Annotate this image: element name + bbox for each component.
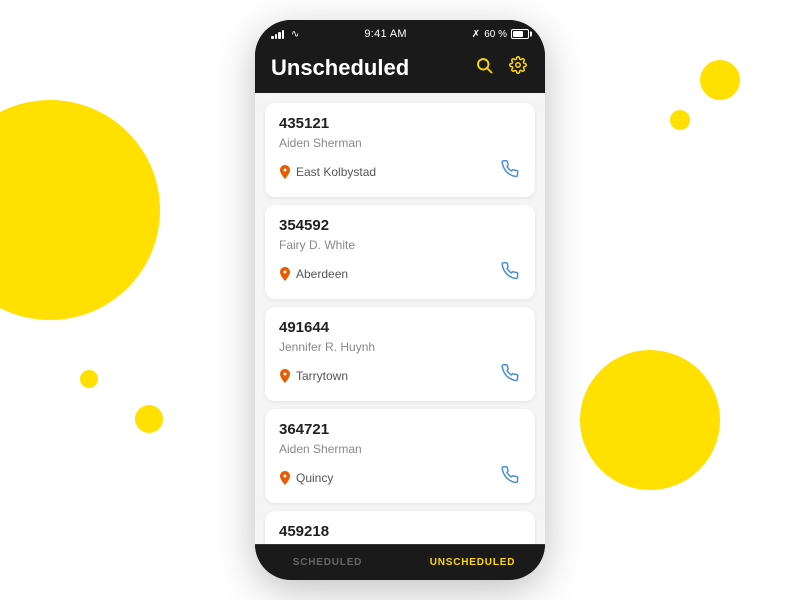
page-title: Unscheduled: [271, 55, 409, 81]
bg-circle-1: [0, 100, 160, 320]
location-pin-icon: [279, 267, 291, 281]
status-bar: ∿ 9:41 AM ✗ 60 %: [255, 20, 545, 46]
call-button[interactable]: [499, 464, 521, 491]
contact-location: Quincy: [279, 471, 333, 485]
bg-circle-5: [80, 370, 98, 388]
phone-icon: [501, 160, 519, 178]
contact-list: 435121 Aiden Sherman East Kolbystad 3545…: [255, 93, 545, 544]
call-button[interactable]: [499, 260, 521, 287]
contact-name: Jennifer R. Huynh: [279, 340, 521, 354]
contact-name: Aiden Sherman: [279, 136, 521, 150]
location-pin-icon: [279, 369, 291, 383]
card-bottom: East Kolbystad: [279, 158, 521, 185]
tab-bar: SCHEDULED UNSCHEDULED: [255, 544, 545, 580]
contact-card[interactable]: 354592 Fairy D. White Aberdeen: [265, 205, 535, 299]
contact-id: 459218: [279, 523, 521, 540]
bg-circle-6: [135, 405, 163, 433]
bg-circle-4: [670, 110, 690, 130]
search-button[interactable]: [473, 54, 495, 81]
wifi-icon: ∿: [291, 29, 299, 40]
contact-card[interactable]: 491644 Jennifer R. Huynh Tarrytown: [265, 307, 535, 401]
search-icon: [475, 56, 493, 74]
bg-circle-2: [580, 350, 720, 490]
signal-icon: [271, 29, 284, 39]
tab-scheduled[interactable]: SCHEDULED: [255, 545, 400, 580]
contact-city: East Kolbystad: [296, 165, 376, 179]
gear-icon: [509, 56, 527, 74]
nav-icons: [473, 54, 529, 81]
tab-unscheduled[interactable]: UNSCHEDULED: [400, 545, 545, 580]
call-button[interactable]: [499, 158, 521, 185]
status-time: 9:41 AM: [364, 28, 406, 40]
contact-id: 491644: [279, 319, 521, 336]
card-bottom: Aberdeen: [279, 260, 521, 287]
card-bottom: Tarrytown: [279, 362, 521, 389]
contact-id: 364721: [279, 421, 521, 438]
contact-city: Quincy: [296, 471, 333, 485]
phone-icon: [501, 466, 519, 484]
call-button[interactable]: [499, 362, 521, 389]
battery-icon: [511, 29, 529, 39]
contact-id: 435121: [279, 115, 521, 132]
card-bottom: Quincy: [279, 464, 521, 491]
bluetooth-icon: ✗: [472, 29, 480, 40]
phone-frame: ∿ 9:41 AM ✗ 60 % Unscheduled: [255, 20, 545, 580]
location-pin-icon: [279, 165, 291, 179]
contact-city: Aberdeen: [296, 267, 348, 281]
settings-button[interactable]: [507, 54, 529, 81]
battery-percent: 60 %: [484, 29, 507, 40]
phone-icon: [501, 364, 519, 382]
contact-name: Aiden Sherman: [279, 442, 521, 456]
contact-name: Fairy D. White: [279, 238, 521, 252]
contact-card[interactable]: 364721 Aiden Sherman Quincy: [265, 409, 535, 503]
contact-location: East Kolbystad: [279, 165, 376, 179]
bg-circle-3: [700, 60, 740, 100]
location-pin-icon: [279, 471, 291, 485]
phone-icon: [501, 262, 519, 280]
top-nav: Unscheduled: [255, 46, 545, 93]
contact-card[interactable]: 459218 Ruth J Calloway: [265, 511, 535, 544]
status-left: ∿: [271, 29, 299, 40]
contact-card[interactable]: 435121 Aiden Sherman East Kolbystad: [265, 103, 535, 197]
status-right: ✗ 60 %: [472, 29, 529, 40]
contact-location: Tarrytown: [279, 369, 348, 383]
contact-city: Tarrytown: [296, 369, 348, 383]
contact-id: 354592: [279, 217, 521, 234]
contact-location: Aberdeen: [279, 267, 348, 281]
